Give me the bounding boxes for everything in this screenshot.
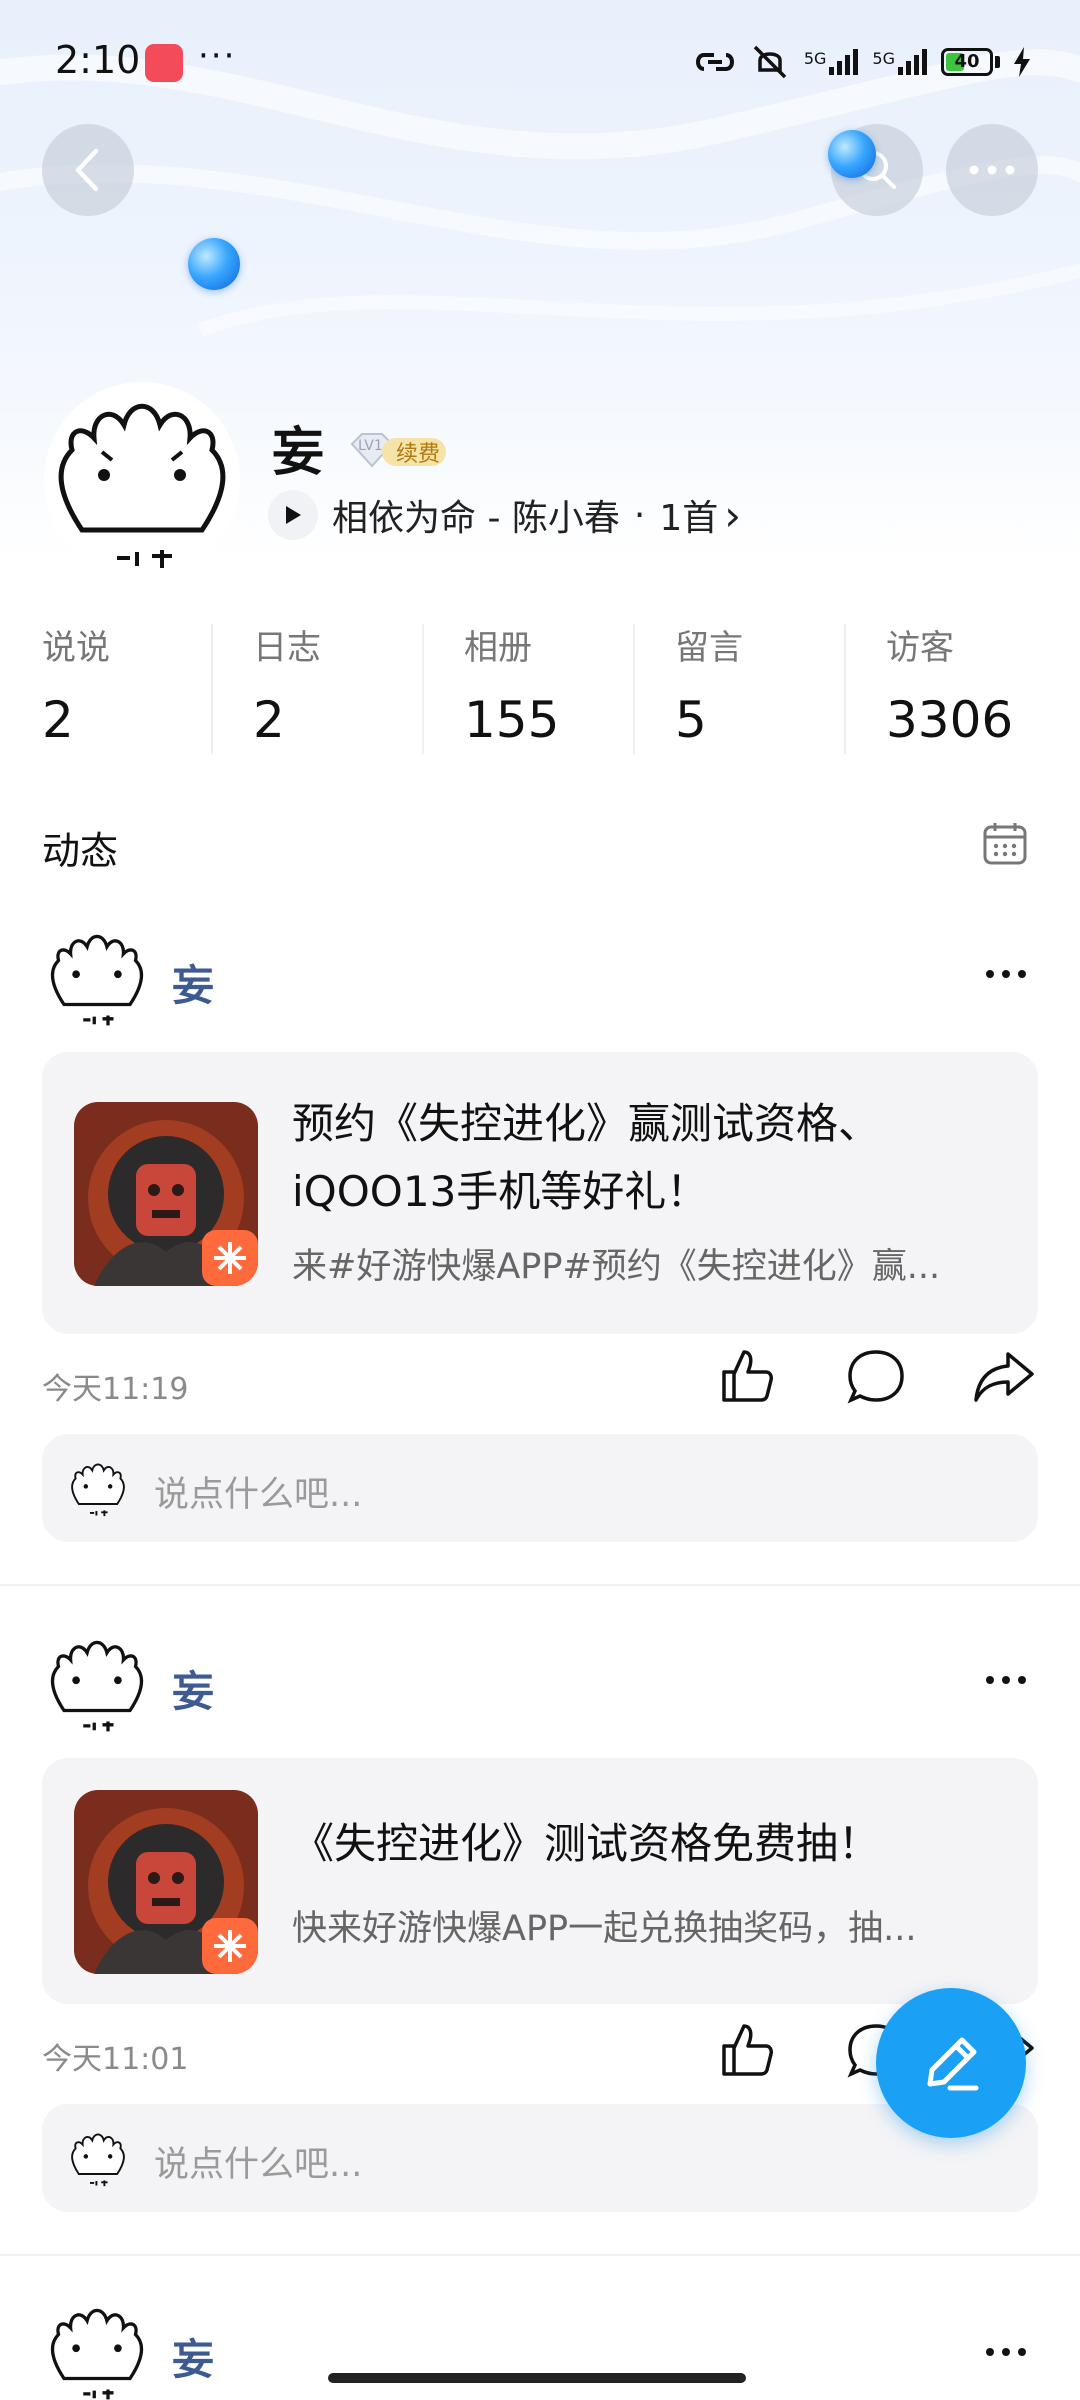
- floating-bubble: [188, 238, 240, 290]
- status-more-text: ···: [198, 36, 237, 76]
- feed-section-title: 动态: [42, 829, 119, 873]
- more-dots-icon: [969, 165, 1015, 175]
- like-icon[interactable]: [716, 1346, 776, 1406]
- status-right-icons: 5G 5G 40: [694, 40, 1030, 84]
- network-1-label: 5G: [803, 49, 827, 68]
- vip-badge[interactable]: LV1 续费: [348, 430, 448, 470]
- home-indicator[interactable]: [328, 2373, 746, 2383]
- post-author-name[interactable]: 妄: [172, 952, 214, 1013]
- mute-bell-icon: [753, 45, 787, 79]
- shared-link-card[interactable]: 《失控进化》测试资格免费抽！ 快来好游快爆APP一起兑换抽奖码，抽...: [42, 1758, 1038, 2004]
- stat-shuoshuo[interactable]: 说说 2: [0, 620, 211, 760]
- comment-input[interactable]: 说点什么吧...: [42, 1434, 1038, 1542]
- music-player[interactable]: 相依为命 - 陈小春 · 1首 ›: [268, 487, 741, 543]
- pencil-edit-icon: [927, 2037, 979, 2091]
- battery-level: 40: [954, 51, 980, 72]
- card-subtitle: 快来好游快爆APP一起兑换抽奖码，抽...: [292, 1909, 917, 1949]
- signal-2-icon: 5G: [872, 49, 927, 75]
- stat-album[interactable]: 相册 155: [422, 620, 633, 760]
- post-more-icon[interactable]: [984, 1674, 1028, 1686]
- comment-placeholder: 说点什么吧...: [154, 1475, 363, 1515]
- card-title: 预约《失控进化》赢测试资格、iQOO13手机等好礼！: [292, 1099, 881, 1216]
- post-time: 今天11:01: [42, 2042, 189, 2077]
- compose-button[interactable]: [876, 1988, 1026, 2138]
- post-more-icon[interactable]: [984, 2346, 1028, 2358]
- music-separator: ·: [633, 494, 646, 536]
- post-divider: [0, 1584, 1080, 1586]
- calendar-icon[interactable]: [982, 820, 1028, 866]
- card-subtitle: 来#好游快爆APP#预约《失控进化》赢...: [292, 1247, 941, 1287]
- status-bar: 2:10 ··· 5G 5G 40: [0, 0, 1080, 120]
- comment-placeholder: 说点什么吧...: [154, 2145, 363, 2185]
- charging-icon: [1014, 47, 1030, 77]
- floating-bubble: [828, 130, 876, 178]
- stat-message[interactable]: 留言 5: [633, 620, 844, 760]
- stat-visitors[interactable]: 访客 3306: [844, 620, 1055, 760]
- chevron-left-icon: [75, 148, 99, 192]
- post-time: 今天11:19: [42, 1372, 189, 1407]
- network-2-label: 5G: [872, 49, 895, 68]
- link-icon: [695, 53, 734, 71]
- back-button[interactable]: [42, 124, 134, 216]
- game-thumbnail: [74, 1790, 258, 1974]
- vip-level: LV1: [358, 438, 383, 454]
- share-icon[interactable]: [972, 1346, 1036, 1406]
- post-author-avatar[interactable]: [42, 922, 152, 1032]
- card-title: 《失控进化》测试资格免费抽！: [292, 1819, 881, 1868]
- post-divider: [0, 2254, 1080, 2256]
- status-time: 2:10: [55, 38, 141, 82]
- game-thumbnail: [74, 1102, 258, 1286]
- battery-icon: 40: [941, 48, 993, 76]
- post-author-name[interactable]: 妄: [172, 2326, 214, 2387]
- comment-icon[interactable]: [846, 1346, 906, 1406]
- profile-nickname: 妄: [272, 423, 325, 483]
- post-author-avatar[interactable]: [42, 1628, 152, 1738]
- like-icon[interactable]: [716, 2020, 776, 2080]
- feed-post: 妄: [0, 2296, 1080, 2400]
- stat-blog[interactable]: 日志 2: [211, 620, 422, 760]
- more-button[interactable]: [946, 124, 1038, 216]
- post-author-avatar[interactable]: [42, 2296, 152, 2400]
- post-more-icon[interactable]: [984, 968, 1028, 980]
- chevron-right-icon: ›: [724, 490, 742, 540]
- music-count: 1首: [659, 498, 719, 539]
- commenter-avatar: [66, 2126, 130, 2190]
- vip-renew-label: 续费: [396, 442, 441, 467]
- play-icon[interactable]: [268, 490, 318, 540]
- shared-link-card[interactable]: 预约《失控进化》赢测试资格、iQOO13手机等好礼！ 来#好游快爆APP#预约《…: [42, 1052, 1038, 1334]
- comment-input[interactable]: 说点什么吧...: [42, 2104, 1038, 2212]
- signal-1-icon: 5G: [804, 49, 859, 75]
- music-title: 相依为命 - 陈小春: [332, 498, 620, 539]
- commenter-avatar: [66, 1456, 130, 1520]
- stats-row: 说说 2 日志 2 相册 155 留言 5 访客 3306: [0, 620, 1080, 760]
- post-author-name[interactable]: 妄: [172, 1658, 214, 1719]
- notification-app-icon: [145, 44, 183, 82]
- profile-avatar[interactable]: [42, 380, 242, 580]
